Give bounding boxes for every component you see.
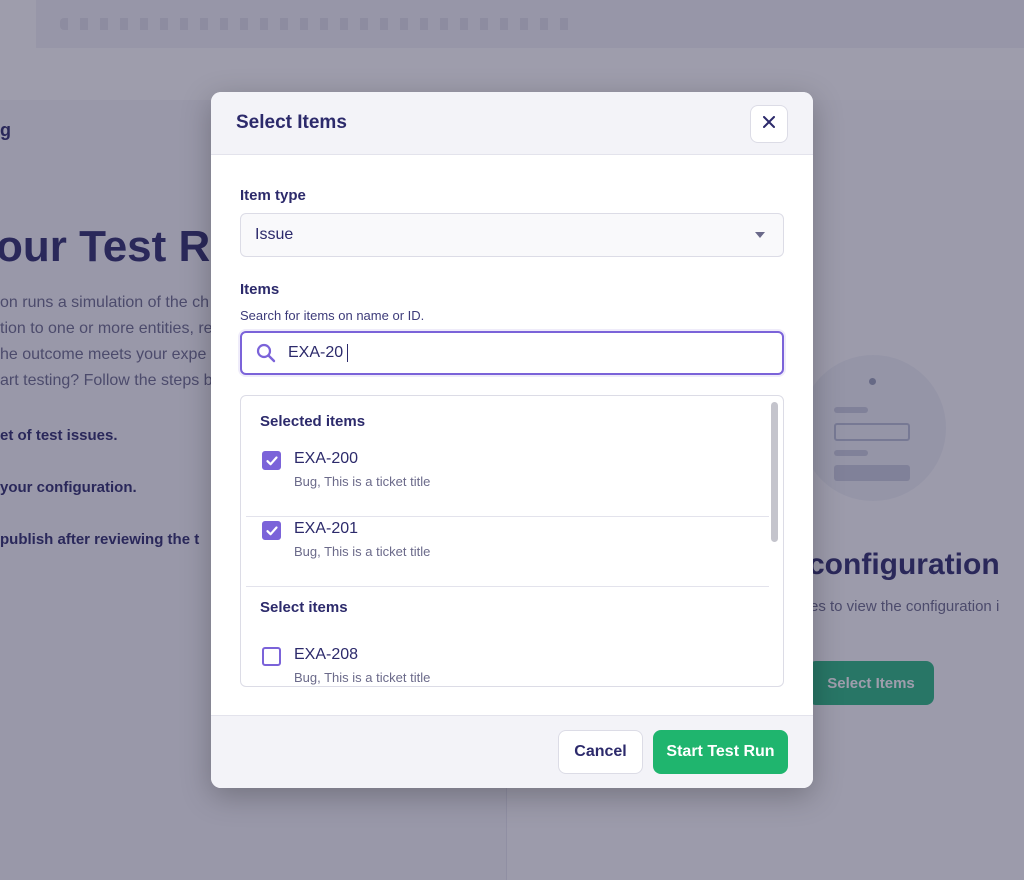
items-hint: Search for items on name or ID. (240, 308, 425, 323)
checkmark-icon (266, 456, 278, 466)
item-type-select[interactable]: Issue (240, 213, 784, 257)
text-cursor (347, 344, 348, 362)
item-checkbox[interactable] (262, 451, 281, 470)
list-item[interactable]: EXA-208 Bug, This is a ticket title (241, 643, 769, 686)
scrollbar[interactable] (771, 402, 778, 542)
start-test-run-button[interactable]: Start Test Run (653, 730, 788, 774)
close-icon (763, 115, 775, 133)
item-description: Bug, This is a ticket title (294, 670, 431, 685)
checkmark-icon (266, 526, 278, 536)
selected-items-title: Selected items (260, 413, 366, 430)
item-type-label: Item type (240, 187, 306, 204)
item-id: EXA-201 (294, 520, 359, 537)
modal-header: Select Items (211, 92, 813, 155)
item-id: EXA-208 (294, 646, 359, 663)
modal-title: Select Items (236, 112, 347, 133)
divider (246, 586, 769, 587)
cancel-button[interactable]: Cancel (558, 730, 643, 774)
close-button[interactable] (750, 105, 788, 143)
chevron-down-icon (755, 232, 765, 238)
item-type-value: Issue (255, 226, 294, 243)
search-field[interactable] (240, 331, 784, 375)
modal-footer: Cancel Start Test Run (211, 715, 813, 788)
item-checkbox[interactable] (262, 647, 281, 666)
item-checkbox[interactable] (262, 521, 281, 540)
item-description: Bug, This is a ticket title (294, 474, 431, 489)
item-id: EXA-200 (294, 450, 359, 467)
list-item[interactable]: EXA-200 Bug, This is a ticket title (241, 447, 769, 517)
item-description: Bug, This is a ticket title (294, 544, 431, 559)
items-label: Items (240, 281, 280, 298)
search-input[interactable] (288, 342, 758, 364)
search-icon (256, 343, 276, 368)
select-items-title: Select items (260, 599, 348, 616)
items-list: Selected items EXA-200 Bug, This is a ti… (240, 395, 784, 687)
select-items-modal: Select Items Item type Issue Items Searc… (211, 92, 813, 788)
list-item[interactable]: EXA-201 Bug, This is a ticket title (241, 517, 769, 587)
